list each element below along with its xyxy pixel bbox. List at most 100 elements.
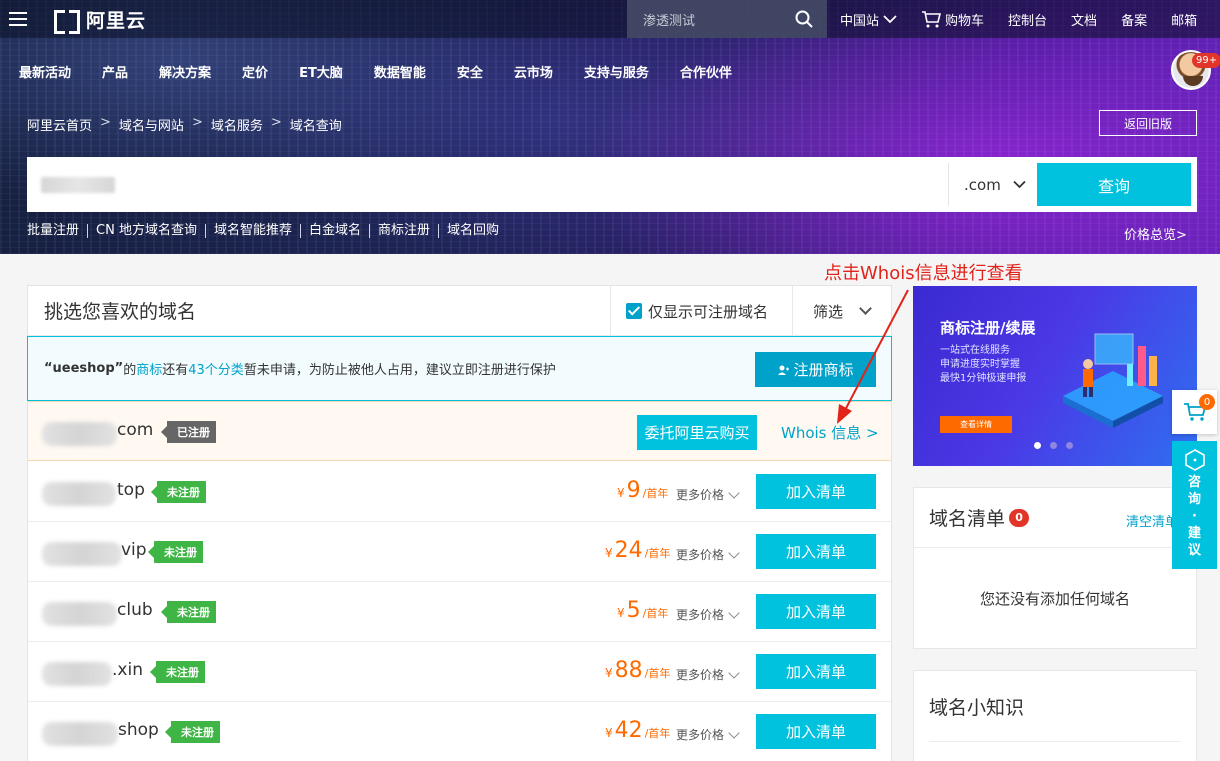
annotation-text: 点击Whois信息进行查看: [824, 263, 1023, 284]
chevron-down-icon: [728, 726, 740, 739]
only-available-checkbox[interactable]: 仅显示可注册域名: [610, 286, 792, 336]
price: ¥42/首年: [605, 718, 671, 743]
carousel-dots[interactable]: [1034, 442, 1073, 449]
add-to-list-button[interactable]: 加入清单: [756, 474, 876, 509]
search-icon[interactable]: [795, 10, 813, 28]
floating-cart-badge: 0: [1199, 394, 1215, 410]
cart-count-badge: 0: [1009, 508, 1030, 527]
tld-select[interactable]: .com: [948, 163, 1038, 206]
aliyun-logo[interactable]: 阿里云: [54, 6, 146, 34]
notice-keyword: “ueeshop”: [44, 361, 124, 376]
quick-link[interactable]: CN 地方域名查询: [87, 224, 205, 238]
promo-line: 申请进度实时掌握: [940, 359, 1020, 370]
quick-link[interactable]: 域名智能推荐: [204, 224, 300, 238]
filter-dropdown[interactable]: 筛选: [792, 286, 892, 336]
trademark-link[interactable]: 商标: [136, 359, 162, 378]
secnav-item[interactable]: 定价: [242, 62, 268, 81]
cart-link[interactable]: 购物车: [921, 10, 984, 29]
quick-link[interactable]: 白金域名: [299, 224, 369, 238]
breadcrumb: 阿里云首页 > 域名与网站 > 域名服务 > 域名查询: [27, 115, 342, 134]
add-to-list-button[interactable]: 加入清单: [756, 594, 876, 629]
domain-suffix: com: [117, 420, 154, 440]
secnav-item[interactable]: 解决方案: [159, 62, 211, 81]
trademark-promo-banner[interactable]: 商标注册/续展 一站式在线服务 申请进度实时掌握 最快1分钟极速申报 查看详情: [913, 286, 1197, 466]
add-to-list-button[interactable]: 加入清单: [756, 714, 876, 749]
cart-title: 域名清单: [929, 508, 1006, 530]
breadcrumb-sep: >: [270, 115, 282, 130]
promo-line: 一站式在线服务: [940, 345, 1010, 356]
domain-row: .xin 未注册 ¥88/首年 更多价格 加入清单: [28, 642, 891, 702]
registered-domain-row: com 已注册 委托阿里云购买 Whois 信息 >: [28, 401, 891, 461]
domain-row: club 未注册 ¥5/首年 更多价格 加入清单: [28, 582, 891, 642]
breadcrumb-item[interactable]: 阿里云首页: [27, 115, 92, 134]
console-link[interactable]: 控制台: [1008, 10, 1047, 29]
whois-info-link[interactable]: Whois 信息 >: [781, 422, 879, 443]
unregistered-tag: 未注册: [151, 481, 206, 503]
add-to-list-button[interactable]: 加入清单: [756, 534, 876, 569]
domain-list-panel: 挑选您喜欢的域名 仅显示可注册域名 筛选 “ueeshop” 的 商标 还有 4…: [27, 285, 892, 761]
icp-link[interactable]: 备案: [1121, 10, 1147, 29]
knowledge-title: 域名小知识: [929, 697, 1025, 719]
more-price-dropdown[interactable]: 更多价格: [676, 546, 740, 563]
trademark-notice: “ueeshop” 的 商标 还有 43个分类 暂未申请，为防止被他人占用，建议…: [27, 336, 892, 401]
secnav-item[interactable]: 安全: [457, 62, 483, 81]
hexagon-chat-icon: [1184, 449, 1205, 471]
docs-link[interactable]: 文档: [1071, 10, 1097, 29]
more-price-dropdown[interactable]: 更多价格: [676, 486, 740, 503]
domain-name-blurred: [42, 422, 117, 446]
categories-link[interactable]: 43个分类: [188, 359, 244, 378]
query-button[interactable]: 查询: [1037, 163, 1191, 206]
domain-input[interactable]: [41, 177, 115, 193]
divider: [929, 741, 1181, 742]
more-price-dropdown[interactable]: 更多价格: [676, 606, 740, 623]
price-overview-link[interactable]: 价格总览>: [1124, 224, 1187, 243]
more-price-dropdown[interactable]: 更多价格: [676, 666, 740, 683]
quick-link[interactable]: 域名回购: [438, 224, 507, 238]
cart-icon: [922, 10, 942, 27]
domain-name-blurred: [42, 662, 112, 686]
register-trademark-button[interactable]: 注册商标: [755, 352, 876, 387]
domain-knowledge-panel: 域名小知识: [913, 670, 1197, 761]
breadcrumb-item[interactable]: 域名与网站: [119, 115, 184, 134]
domain-row: vip 未注册 ¥24/首年 更多价格 加入清单: [28, 522, 891, 582]
price: ¥24/首年: [605, 538, 671, 563]
secnav-item[interactable]: 最新活动: [19, 62, 71, 81]
secnav-item[interactable]: 产品: [102, 62, 128, 81]
breadcrumb-item[interactable]: 域名服务: [211, 115, 263, 134]
secnav-item[interactable]: 数据智能: [374, 62, 426, 81]
quick-link[interactable]: 批量注册: [27, 224, 87, 238]
more-price-dropdown[interactable]: 更多价格: [676, 726, 740, 743]
secnav-item[interactable]: ET大脑: [299, 62, 343, 81]
top-search-input[interactable]: 渗透测试: [627, 0, 827, 38]
price: ¥5/首年: [617, 598, 669, 623]
domain-name-blurred: [42, 542, 122, 566]
entrust-purchase-button[interactable]: 委托阿里云购买: [637, 415, 757, 450]
unregistered-tag: 未注册: [148, 541, 203, 563]
quick-link[interactable]: 商标注册: [368, 224, 438, 238]
unregistered-tag: 未注册: [161, 601, 216, 623]
clear-cart-link[interactable]: 清空清单: [1126, 511, 1178, 530]
isometric-illustration-icon: [1063, 333, 1163, 428]
domain-suffix: club: [117, 600, 153, 620]
top-links: 中国站 购物车 控制台 文档 备案 邮箱: [840, 0, 1220, 38]
price: ¥9/首年: [617, 478, 669, 503]
back-to-old-button[interactable]: 返回旧版: [1099, 110, 1197, 136]
promo-title: 商标注册/续展: [940, 319, 1036, 337]
consult-suggest-button[interactable]: 咨 询 · 建 议: [1172, 441, 1217, 569]
chevron-down-icon: [728, 546, 740, 559]
secnav-item[interactable]: 合作伙伴: [680, 62, 732, 81]
breadcrumb-sep: >: [100, 115, 111, 130]
checkbox-checked-icon[interactable]: [626, 303, 642, 319]
promo-detail-button[interactable]: 查看详情: [940, 416, 1012, 433]
floating-cart-button[interactable]: 0: [1172, 390, 1217, 434]
secondary-nav: 最新活动 产品 解决方案 定价 ET大脑 数据智能 安全 云市场 支持与服务 合…: [19, 62, 763, 81]
cart-empty-message: 您还没有添加任何域名: [979, 590, 1130, 608]
logo-mark-icon: [54, 10, 80, 34]
secnav-item[interactable]: 云市场: [514, 62, 553, 81]
add-to-list-button[interactable]: 加入清单: [756, 654, 876, 689]
mail-link[interactable]: 邮箱: [1171, 10, 1197, 29]
menu-icon[interactable]: [0, 0, 36, 38]
secnav-item[interactable]: 支持与服务: [584, 62, 649, 81]
region-selector[interactable]: 中国站: [840, 10, 897, 29]
domain-search-bar: .com 查询: [27, 157, 1197, 212]
